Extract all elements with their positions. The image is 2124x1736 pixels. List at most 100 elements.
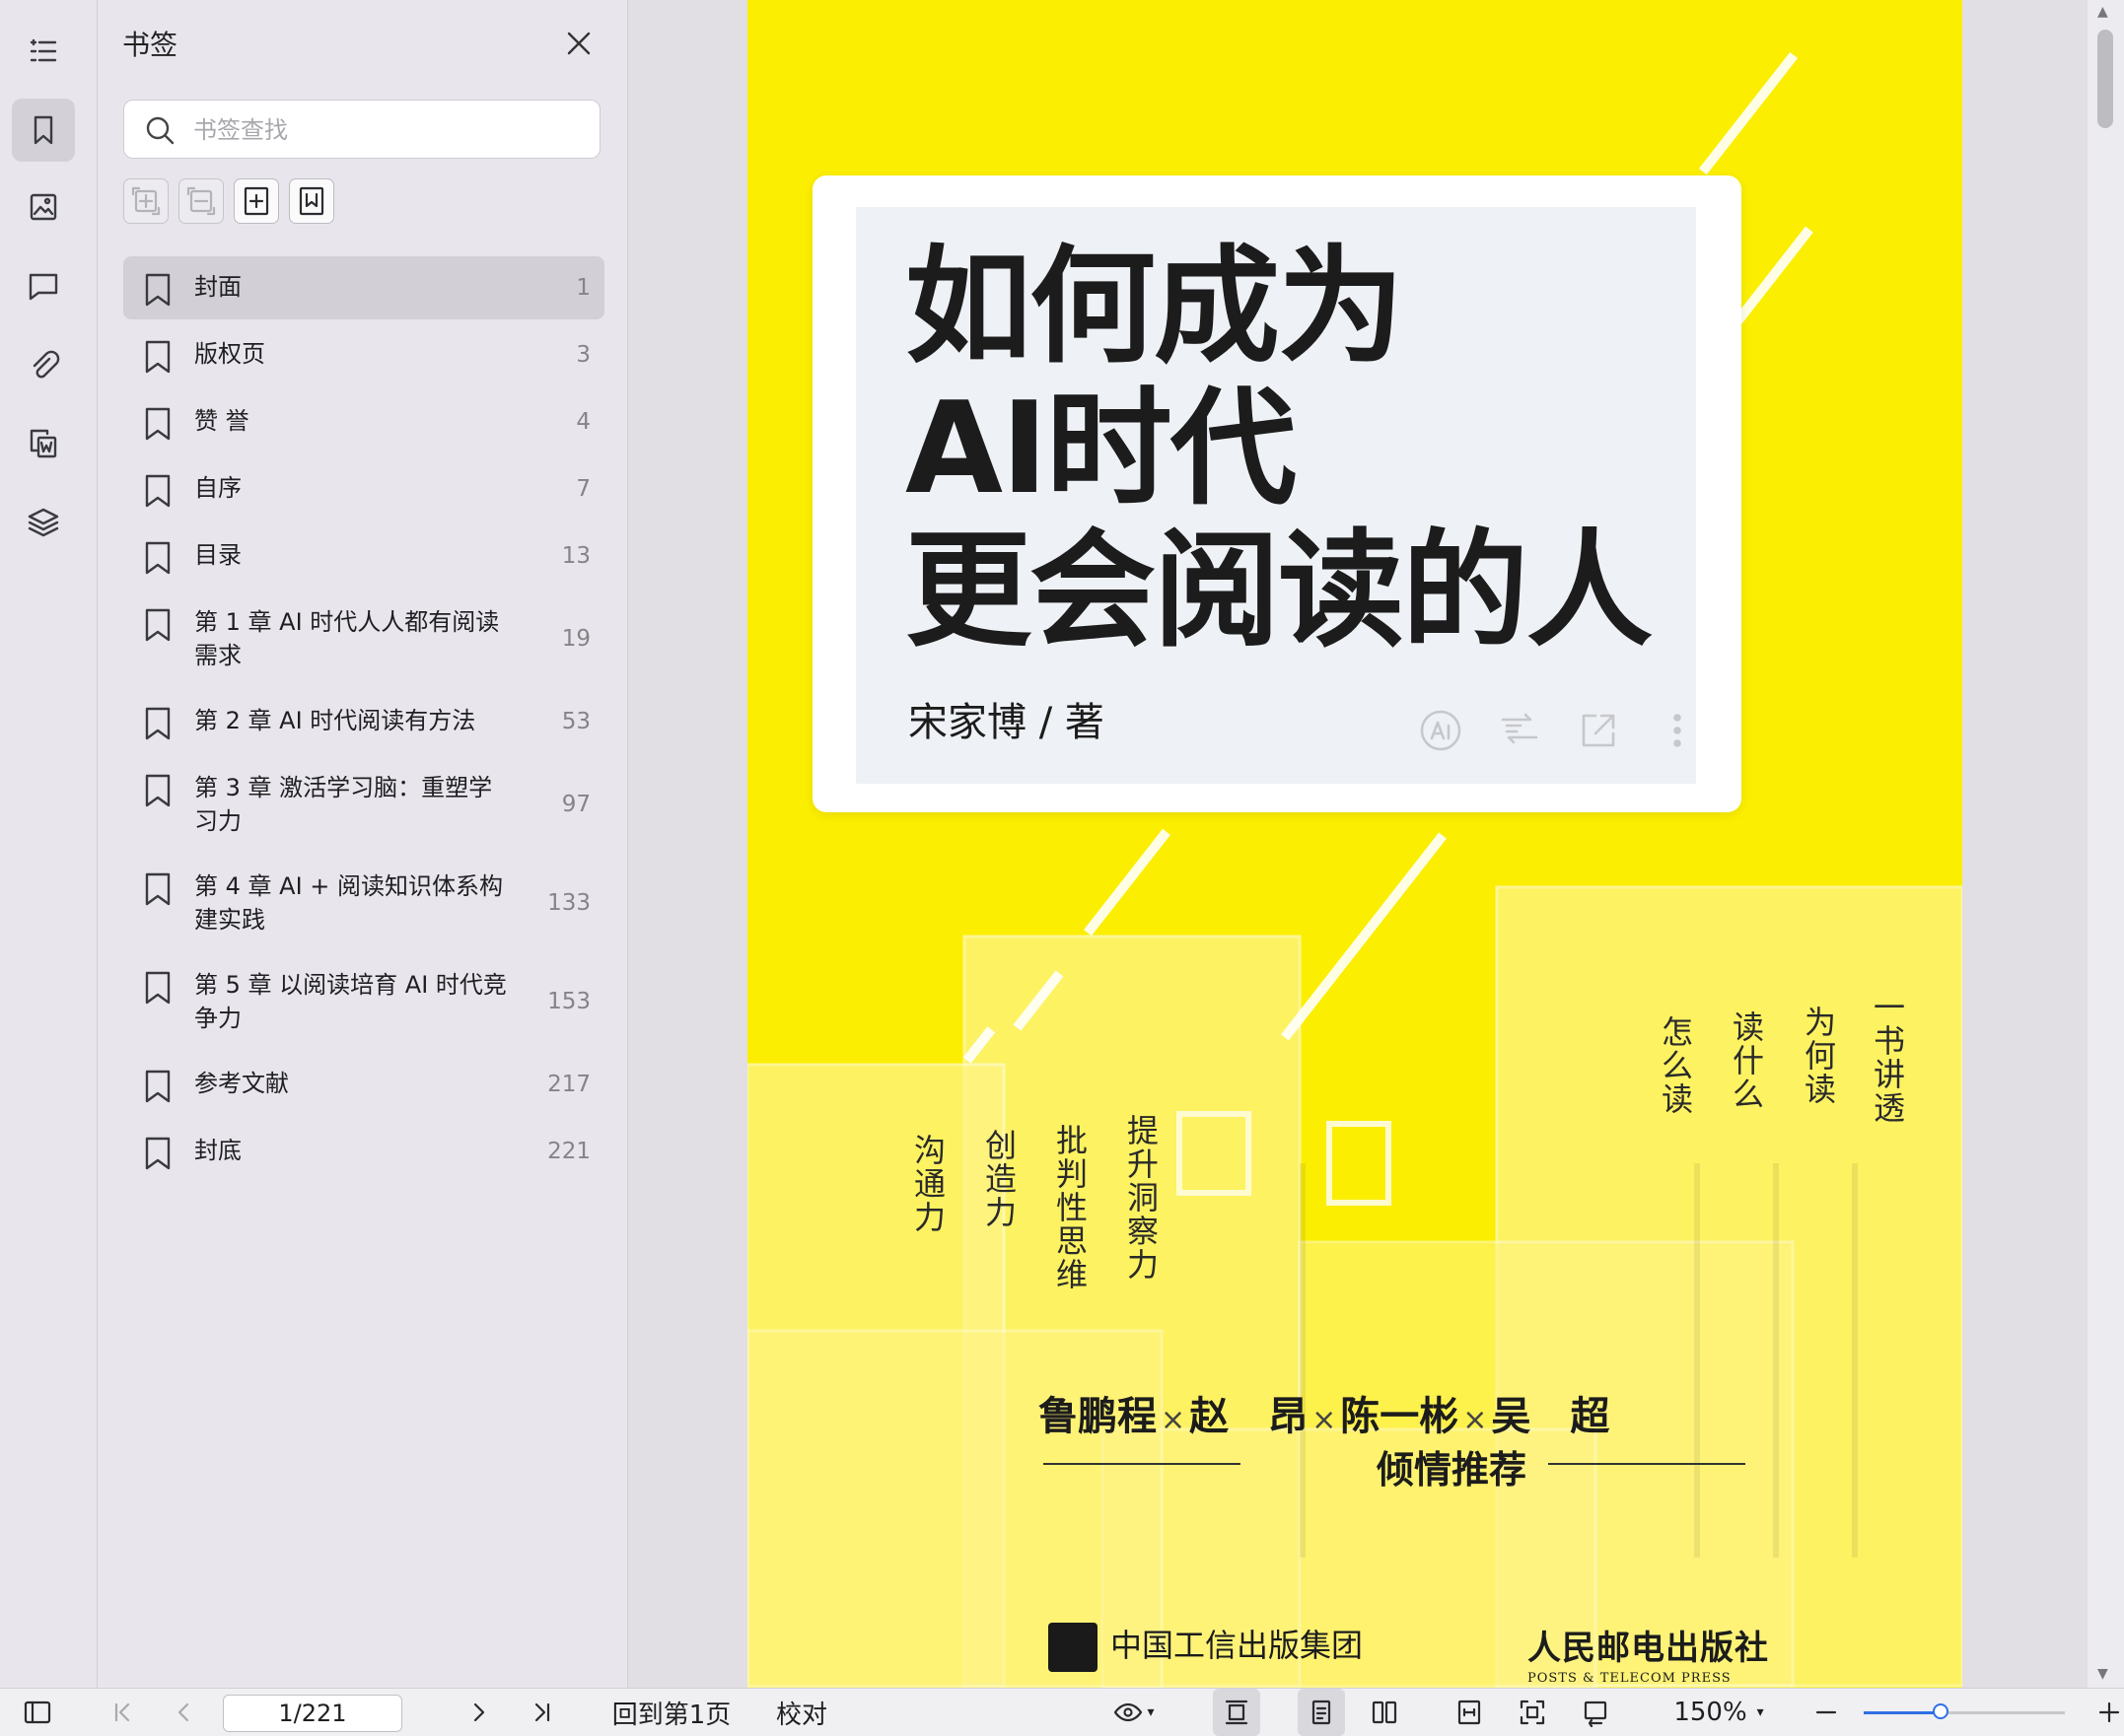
bookmark-page-number: 97: [561, 792, 591, 817]
previous-page-icon[interactable]: [164, 1689, 203, 1736]
bookmark-page-number: 221: [547, 1139, 591, 1164]
zoom-slider-handle[interactable]: [1932, 1703, 1948, 1719]
thumbnail-icon[interactable]: [12, 175, 75, 239]
bookmark-page-icon: [299, 186, 324, 216]
bookmark-item[interactable]: 版权页 3: [123, 323, 604, 386]
publisher-logo: [1048, 1623, 1097, 1672]
book-title-line-1: 如何成为: [905, 234, 1404, 381]
bookmark-item[interactable]: 封底 221: [123, 1120, 604, 1183]
recommender-name: 吴 超: [1491, 1394, 1610, 1439]
publisher-group-name: 中国工信出版集团: [1110, 1627, 1364, 1664]
bookmark-item[interactable]: 目录 13: [123, 524, 604, 588]
document-view[interactable]: 如何成为 AI时代 更会阅读的人 宋家博 / 著 一书讲透 为何读 读什么 怎么…: [628, 0, 2088, 1688]
publisher-name-en: POSTS & TELECOM PRESS: [1527, 1671, 1732, 1686]
bookmark-icon: [145, 707, 171, 740]
bookmark-icon: [145, 971, 171, 1005]
scroll-up-arrow-icon[interactable]: ▲: [2097, 4, 2108, 20]
close-icon[interactable]: [561, 26, 597, 61]
comment-icon[interactable]: [12, 254, 75, 317]
toggle-sidebar-icon[interactable]: [18, 1689, 57, 1736]
more-icon[interactable]: [1655, 708, 1700, 753]
next-page-icon[interactable]: [460, 1689, 499, 1736]
cover-phrase: 怎么读: [1657, 1015, 1694, 1116]
page-hover-actions: [1418, 708, 1700, 753]
zoom-slider[interactable]: [1864, 1703, 2065, 1719]
proofread-button[interactable]: 校对: [767, 1689, 836, 1736]
add-bookmark-button[interactable]: [234, 178, 279, 224]
view-mode-dropdown[interactable]: ▾: [1104, 1689, 1164, 1736]
cover-phrase: 为何读: [1800, 1006, 1837, 1106]
book-title: 如何成为 AI时代 更会阅读的人: [905, 234, 1653, 662]
recommenders: 鲁鹏程 × 赵 昂 × 陈一彬 × 吴 超: [1038, 1394, 1610, 1439]
bookmark-item[interactable]: 赞 誉 4: [123, 390, 604, 453]
share-icon[interactable]: [1576, 708, 1621, 753]
left-icon-rail: [0, 0, 98, 1688]
bookmark-icon: [145, 1070, 171, 1103]
bookmark-icon: [145, 407, 171, 441]
collapse-all-button[interactable]: [178, 178, 224, 224]
panel-title: 书签: [122, 29, 178, 61]
bookmark-item[interactable]: 封面 1: [123, 256, 604, 319]
bookmark-label: 版权页: [194, 340, 265, 368]
bookmark-item[interactable]: 第 4 章 AI + 阅读知识体系构建实践 133: [123, 856, 604, 950]
bookmark-item[interactable]: 第 5 章 以阅读培育 AI 时代竞争力 153: [123, 954, 604, 1049]
recommender-name: 赵 昂: [1189, 1394, 1309, 1439]
bookmark-icon: [145, 541, 171, 575]
translate-icon[interactable]: [1497, 708, 1542, 753]
publisher-name: 人民邮电出版社 POSTS & TELECOM PRESS: [1527, 1621, 1769, 1686]
word-convert-icon[interactable]: [12, 412, 75, 475]
bookmark-item[interactable]: 参考文献 217: [123, 1053, 604, 1116]
ai-assistant-icon[interactable]: [1418, 708, 1463, 753]
book-cover-page: 如何成为 AI时代 更会阅读的人 宋家博 / 著 一书讲透 为何读 读什么 怎么…: [747, 0, 1962, 1688]
actual-size-icon[interactable]: [1509, 1689, 1556, 1736]
goto-first-page-button[interactable]: 回到第1页: [607, 1689, 736, 1736]
bookmark-page-number: 19: [561, 626, 591, 652]
bottom-toolbar: 1/221 回到第1页 校对 ▾ 150% ▾: [0, 1688, 2124, 1736]
outline-icon[interactable]: [12, 20, 75, 83]
zoom-level-dropdown[interactable]: 150% ▾: [1664, 1689, 1773, 1736]
single-page-icon[interactable]: [1298, 1689, 1345, 1736]
bookmark-list: 封面 1 版权页 3 赞 誉 4 自序 7 目录 13 第 1 章 AI 时代人人都有阅读需求 19 第…: [123, 256, 604, 1187]
first-page-icon[interactable]: [103, 1689, 142, 1736]
rotate-view-icon[interactable]: [1572, 1689, 1619, 1736]
bookmark-page-number: 3: [576, 342, 591, 368]
fit-height-icon[interactable]: [1213, 1689, 1260, 1736]
cover-phrase: 提升洞察力: [1122, 1114, 1160, 1282]
layers-icon[interactable]: [12, 491, 75, 554]
bookmark-icon: [145, 608, 171, 642]
bookmark-item[interactable]: 第 1 章 AI 时代人人都有阅读需求 19: [123, 591, 604, 686]
cover-title-panel: 如何成为 AI时代 更会阅读的人 宋家博 / 著: [856, 207, 1696, 784]
vertical-scrollbar[interactable]: ▲ ▼: [2088, 0, 2124, 1688]
bookmark-icon: [145, 273, 171, 307]
bookmark-icon: [145, 1137, 171, 1170]
bookmark-label: 第 5 章 以阅读培育 AI 时代竞争力: [194, 971, 507, 1032]
bookmark-icon[interactable]: [12, 99, 75, 162]
last-page-icon[interactable]: [523, 1689, 562, 1736]
bookmark-item[interactable]: 第 2 章 AI 时代阅读有方法 53: [123, 690, 604, 753]
bookmark-page-number: 217: [547, 1072, 591, 1097]
bookmark-icon: [145, 474, 171, 508]
book-author: 宋家博 / 著: [908, 700, 1104, 745]
attachment-icon[interactable]: [12, 333, 75, 396]
cover-phrase: 沟通力: [909, 1134, 947, 1234]
bookmark-item[interactable]: 自序 7: [123, 457, 604, 521]
zoom-in-icon[interactable]: [2094, 1689, 2124, 1736]
bookmark-search-input[interactable]: [191, 110, 590, 150]
zoom-out-icon[interactable]: [1808, 1689, 1844, 1736]
publisher-name-cn: 人民邮电出版社: [1527, 1629, 1769, 1668]
cover-phrase: 批判性思维: [1051, 1124, 1089, 1291]
expand-all-button[interactable]: [123, 178, 169, 224]
fit-width-icon[interactable]: [1446, 1689, 1493, 1736]
scroll-down-arrow-icon[interactable]: ▼: [2097, 1666, 2108, 1682]
bookmark-item[interactable]: 第 3 章 激活学习脑：重塑学习力 97: [123, 757, 604, 852]
two-page-icon[interactable]: [1361, 1689, 1408, 1736]
cover-phrase: 一书讲透: [1869, 991, 1906, 1125]
scrollbar-thumb[interactable]: [2097, 30, 2113, 128]
bookmark-label: 目录: [194, 541, 242, 569]
cover-phrase: 创造力: [980, 1129, 1018, 1229]
bookmark-page-number: 1: [576, 275, 591, 301]
bookmark-page-button[interactable]: [289, 178, 334, 224]
page-number-input[interactable]: 1/221: [223, 1695, 402, 1732]
recommender-name: 鲁鹏程: [1038, 1394, 1157, 1439]
recommend-label: 倾情推荐: [1377, 1448, 1527, 1492]
